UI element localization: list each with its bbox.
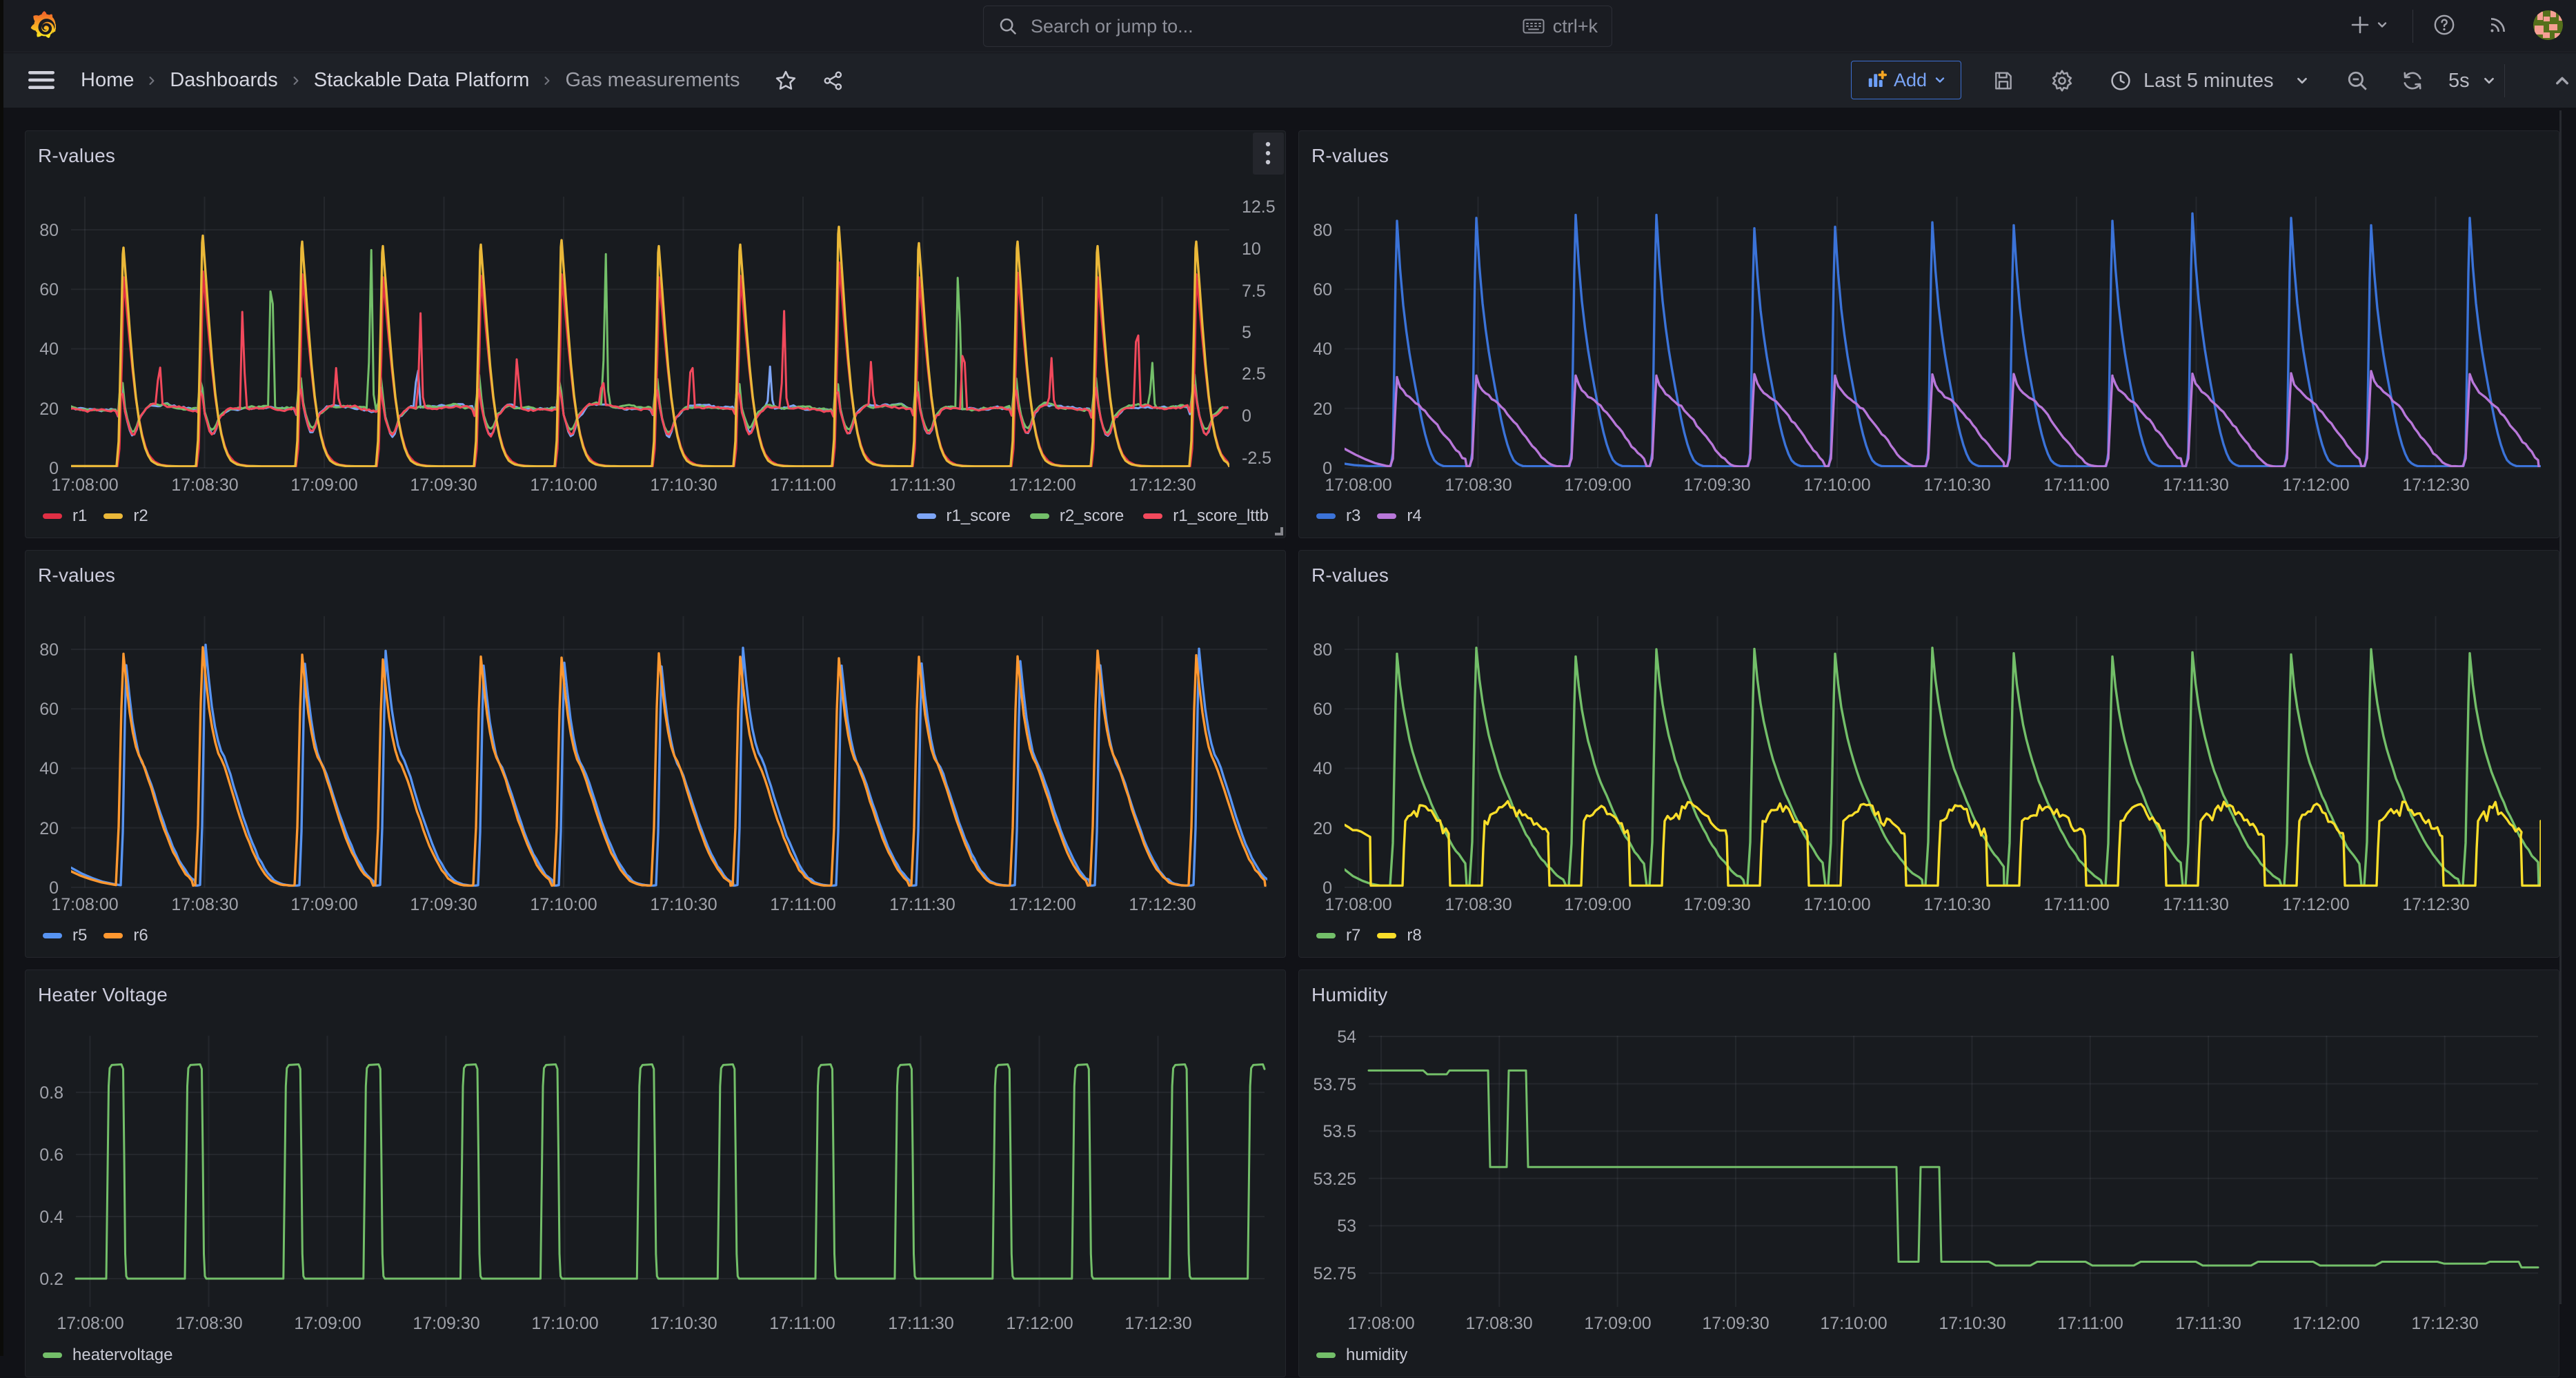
svg-text:53: 53 [1337,1217,1356,1236]
svg-text:17:10:00: 17:10:00 [531,1314,598,1333]
svg-text:12.5: 12.5 [1242,197,1276,217]
svg-text:17:12:00: 17:12:00 [1009,895,1076,914]
svg-text:60: 60 [39,700,59,719]
svg-text:17:09:00: 17:09:00 [1584,1314,1651,1333]
svg-text:17:12:30: 17:12:30 [2411,1314,2478,1333]
svg-text:20: 20 [39,400,59,419]
svg-text:17:10:30: 17:10:30 [1923,475,1990,495]
svg-text:17:11:30: 17:11:30 [889,895,955,914]
svg-text:17:12:00: 17:12:00 [1006,1314,1073,1333]
svg-text:17:09:00: 17:09:00 [1564,895,1631,914]
svg-text:17:08:30: 17:08:30 [1445,895,1512,914]
svg-text:53.25: 53.25 [1313,1170,1356,1189]
svg-text:60: 60 [39,280,59,299]
svg-text:17:12:30: 17:12:30 [1124,1314,1191,1333]
svg-text:17:09:30: 17:09:30 [1683,475,1750,495]
svg-text:53.75: 53.75 [1313,1075,1356,1094]
svg-text:17:10:00: 17:10:00 [1803,895,1870,914]
svg-text:17:11:30: 17:11:30 [889,475,955,495]
svg-text:17:08:00: 17:08:00 [1347,1314,1414,1333]
svg-text:17:08:30: 17:08:30 [1465,1314,1532,1333]
svg-text:0.4: 0.4 [39,1208,63,1227]
svg-text:0: 0 [1242,406,1251,426]
svg-text:17:08:30: 17:08:30 [171,475,238,495]
svg-text:17:11:00: 17:11:00 [2043,895,2109,914]
svg-text:17:10:30: 17:10:30 [650,475,717,495]
svg-text:17:09:30: 17:09:30 [410,895,477,914]
svg-text:2.5: 2.5 [1242,364,1266,384]
svg-text:-2.5: -2.5 [1242,449,1271,468]
svg-text:17:12:30: 17:12:30 [2402,475,2469,495]
svg-text:17:11:30: 17:11:30 [2163,895,2228,914]
svg-text:53.5: 53.5 [1322,1122,1356,1141]
svg-text:60: 60 [1313,700,1332,719]
svg-text:17:09:30: 17:09:30 [1702,1314,1769,1333]
svg-text:17:09:00: 17:09:00 [290,475,357,495]
svg-text:0.2: 0.2 [39,1270,63,1289]
svg-text:17:10:30: 17:10:30 [1923,895,1990,914]
svg-text:17:12:00: 17:12:00 [2292,1314,2359,1333]
svg-text:17:09:00: 17:09:00 [294,1314,361,1333]
svg-text:17:08:00: 17:08:00 [51,475,118,495]
svg-text:52.75: 52.75 [1313,1264,1356,1283]
svg-text:17:11:00: 17:11:00 [770,895,835,914]
svg-text:17:12:00: 17:12:00 [2282,895,2349,914]
svg-text:17:12:30: 17:12:30 [1129,475,1196,495]
svg-text:17:09:00: 17:09:00 [1564,475,1631,495]
svg-text:80: 80 [1313,221,1332,240]
svg-text:17:10:00: 17:10:00 [1820,1314,1887,1333]
svg-text:17:11:00: 17:11:00 [2057,1314,2123,1333]
svg-text:20: 20 [1313,819,1332,838]
svg-text:20: 20 [1313,400,1332,419]
svg-text:0.8: 0.8 [39,1083,63,1103]
svg-text:17:11:30: 17:11:30 [2163,475,2228,495]
svg-text:17:11:30: 17:11:30 [888,1314,953,1333]
svg-text:17:12:30: 17:12:30 [1129,895,1196,914]
svg-text:40: 40 [1313,759,1332,778]
svg-text:17:10:00: 17:10:00 [530,475,597,495]
svg-text:17:11:30: 17:11:30 [2175,1314,2241,1333]
svg-text:17:08:30: 17:08:30 [1445,475,1512,495]
svg-text:17:10:00: 17:10:00 [1803,475,1870,495]
svg-text:17:12:30: 17:12:30 [2402,895,2469,914]
svg-text:17:11:00: 17:11:00 [769,1314,835,1333]
svg-text:17:09:30: 17:09:30 [410,475,477,495]
svg-text:17:10:30: 17:10:30 [650,895,717,914]
svg-text:80: 80 [39,221,59,240]
svg-text:17:11:00: 17:11:00 [2043,475,2109,495]
svg-text:54: 54 [1337,1027,1356,1047]
svg-text:20: 20 [39,819,59,838]
svg-text:17:10:30: 17:10:30 [1939,1314,2005,1333]
svg-text:17:08:00: 17:08:00 [1325,475,1391,495]
svg-text:60: 60 [1313,280,1332,299]
svg-text:17:10:30: 17:10:30 [650,1314,717,1333]
svg-text:17:12:00: 17:12:00 [1009,475,1076,495]
svg-text:17:10:00: 17:10:00 [530,895,597,914]
svg-text:80: 80 [1313,640,1332,660]
svg-text:17:09:00: 17:09:00 [290,895,357,914]
svg-text:17:08:00: 17:08:00 [1325,895,1391,914]
svg-text:0.6: 0.6 [39,1145,63,1165]
svg-text:7.5: 7.5 [1242,282,1266,301]
svg-text:17:12:00: 17:12:00 [2282,475,2349,495]
svg-text:40: 40 [39,759,59,778]
svg-text:17:08:30: 17:08:30 [175,1314,242,1333]
svg-text:10: 10 [1242,239,1261,259]
svg-text:17:09:30: 17:09:30 [413,1314,479,1333]
svg-text:5: 5 [1242,323,1251,342]
svg-text:17:08:30: 17:08:30 [171,895,238,914]
svg-text:40: 40 [39,339,59,359]
svg-text:17:11:00: 17:11:00 [770,475,835,495]
svg-text:17:08:00: 17:08:00 [57,1314,123,1333]
svg-text:17:08:00: 17:08:00 [51,895,118,914]
svg-text:17:09:30: 17:09:30 [1683,895,1750,914]
svg-text:40: 40 [1313,339,1332,359]
svg-text:80: 80 [39,640,59,660]
